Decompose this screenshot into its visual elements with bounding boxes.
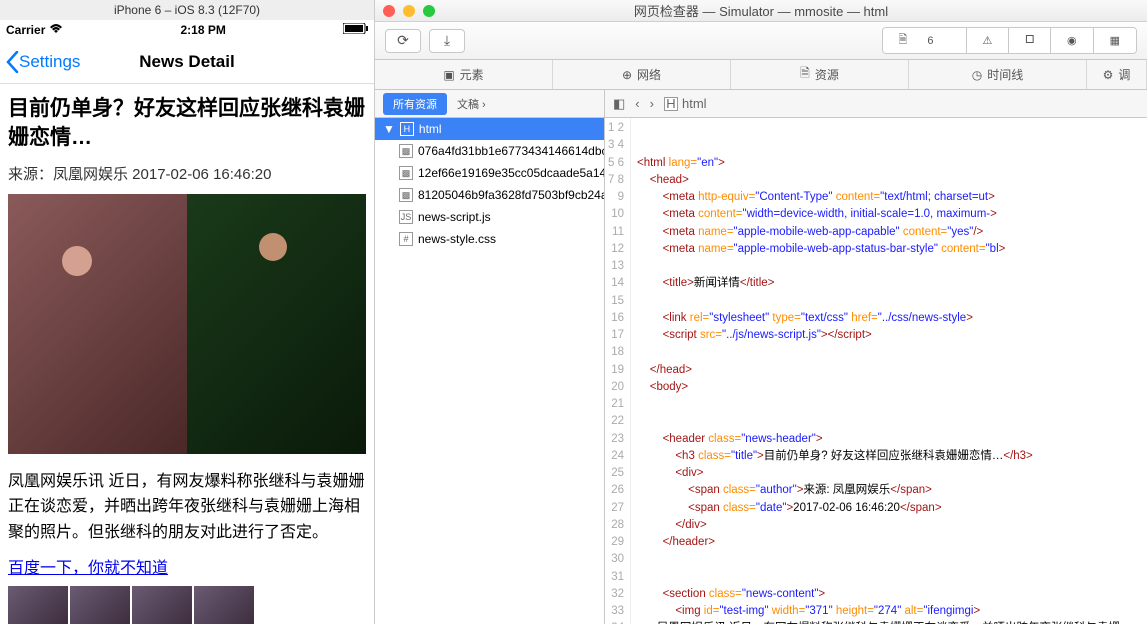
line-gutter: 1 2 3 4 5 6 7 8 9 10 11 12 13 14 15 16 1… [605, 118, 631, 624]
carrier-label: Carrier [6, 23, 45, 37]
download-button[interactable]: ⤓ [429, 29, 465, 53]
debug-icon: ⚙ [1103, 68, 1114, 82]
network-icon: ⊕ [622, 68, 632, 82]
window-title: 网页检查器 — Simulator — mmosite — html [375, 1, 1147, 20]
article-body: 凤凰网娱乐讯 近日，有网友爆料称张继科与袁姗姗正在谈恋爱，并晒出跨年夜张继科与袁… [8, 469, 366, 546]
css-file-icon: # [399, 232, 413, 246]
nav-bar: Settings News Detail [0, 40, 374, 84]
article-scroll[interactable]: 目前仍单身？好友这样回应张继科袁姗姗恋情… 来源：凤凰网娱乐 2017-02-0… [0, 84, 374, 624]
back-button[interactable]: Settings [6, 51, 80, 73]
back-label: Settings [19, 52, 80, 72]
js-file-icon: JS [399, 210, 413, 224]
toolbar: ⟳ ⤓ 🗎 6 ⚠ 🞐 ◉ ▦ [375, 22, 1147, 60]
tab-timeline[interactable]: ◷时间线 [909, 60, 1087, 89]
tree-root[interactable]: ▼ H html [375, 118, 604, 140]
code-editor[interactable]: 1 2 3 4 5 6 7 8 9 10 11 12 13 14 15 16 1… [605, 118, 1147, 624]
timeline-icon: ◷ [972, 68, 982, 82]
seg-log[interactable]: 🞐 [1009, 28, 1051, 53]
html-file-icon: H [400, 122, 414, 136]
tab-resources[interactable]: 🗎资源 [731, 60, 909, 89]
article-image [8, 194, 366, 454]
tab-network[interactable]: ⊕网络 [553, 60, 731, 89]
tree-item[interactable]: JSnews-script.js [375, 206, 604, 228]
html-file-icon: H [664, 97, 678, 111]
device-label: iPhone 6 – iOS 8.3 (12F70) [0, 0, 374, 20]
article-source: 来源：凤凰网娱乐 2017-02-06 16:46:20 [8, 163, 366, 184]
image-file-icon: ▩ [399, 188, 413, 202]
nav-fwd-icon[interactable]: › [650, 96, 654, 111]
inspector-panel: 网页检查器 — Simulator — mmosite — html ⟳ ⤓ 🗎… [375, 0, 1147, 624]
article-link[interactable]: 百度一下，你就不知道 [8, 554, 168, 578]
elements-icon: ▣ [443, 68, 454, 82]
code-pane: ◧ ‹ › Hhtml 1 2 3 4 5 6 7 8 9 10 11 12 1… [605, 90, 1147, 624]
clock: 2:18 PM [181, 23, 226, 37]
resource-sidebar: 所有资源 文稿 › ▼ H html ▩076a4fd31bb1e6773434… [375, 90, 605, 624]
filter-doc-label[interactable]: 文稿 › [457, 96, 486, 112]
tab-elements[interactable]: ▣元素 [375, 60, 553, 89]
toolbar-segments: 🗎 6 ⚠ 🞐 ◉ ▦ [882, 27, 1137, 54]
thumb-row [8, 586, 366, 624]
resource-tree: ▼ H html ▩076a4fd31bb1e6773434146614dbc3… [375, 118, 604, 624]
seg-record[interactable]: ◉ [1051, 28, 1094, 53]
status-bar: Carrier 2:18 PM [0, 20, 374, 40]
tree-item[interactable]: ▩81205046b9fa3628fd7503bf9cb24a81... [375, 184, 604, 206]
wifi-icon [49, 23, 63, 37]
image-file-icon: ▩ [399, 144, 413, 158]
tree-item[interactable]: ▩076a4fd31bb1e6773434146614dbc3fe... [375, 140, 604, 162]
breadcrumb[interactable]: Hhtml [664, 96, 707, 111]
nav-back-icon[interactable]: ‹ [635, 96, 639, 111]
code-lines[interactable]: <html lang="en"> <head> <meta http-equiv… [631, 118, 1128, 624]
reload-button[interactable]: ⟳ [385, 29, 421, 53]
seg-warn[interactable]: ⚠ [967, 28, 1010, 53]
tree-item[interactable]: #news-style.css [375, 228, 604, 250]
seg-grid[interactable]: ▦ [1094, 28, 1136, 53]
battery-icon [343, 23, 368, 37]
resources-icon: 🗎 [800, 64, 810, 85]
filter-all-button[interactable]: 所有资源 [383, 93, 447, 115]
simulator-panel: iPhone 6 – iOS 8.3 (12F70) Carrier 2:18 … [0, 0, 375, 624]
tree-item[interactable]: ▩12ef66e19169e35cc05dcaade5a14392... [375, 162, 604, 184]
window-titlebar: 网页检查器 — Simulator — mmosite — html [375, 0, 1147, 22]
seg-doc[interactable]: 🗎 6 [883, 28, 967, 53]
image-file-icon: ▩ [399, 166, 413, 180]
tab-debug[interactable]: ⚙调 [1087, 60, 1147, 89]
inspector-tabs: ▣元素 ⊕网络 🗎资源 ◷时间线 ⚙调 [375, 60, 1147, 90]
article-title: 目前仍单身？好友这样回应张继科袁姗姗恋情… [8, 94, 366, 153]
sidebar-toggle-icon[interactable]: ◧ [613, 96, 625, 112]
